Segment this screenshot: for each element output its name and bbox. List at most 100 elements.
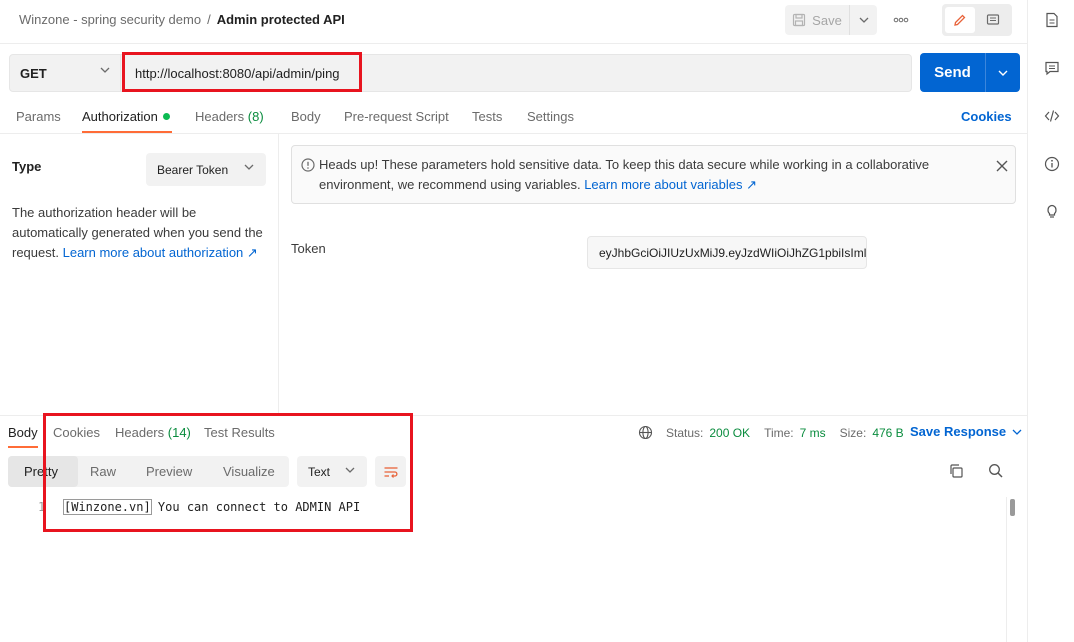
code-icon[interactable] (1044, 108, 1060, 124)
format-raw-button[interactable]: Raw (90, 464, 116, 479)
tab-headers[interactable]: Headers (8) (195, 109, 264, 124)
chevron-down-icon (1012, 429, 1022, 435)
view-mode-toggle (942, 4, 1012, 36)
status-value[interactable]: 200 OK (709, 426, 750, 440)
response-divider[interactable] (0, 415, 1027, 416)
auth-type-label: Type (12, 159, 42, 174)
tab-headers-label: Headers (195, 109, 245, 124)
token-value: eyJhbGciOiJIUzUxMiJ9.eyJzdWIiOiJhZG1pbiI… (599, 245, 867, 260)
sensitive-data-alert: Heads up! These parameters hold sensitiv… (291, 145, 1016, 204)
request-name[interactable]: Admin protected API (217, 12, 345, 27)
auth-type-panel: Type Bearer Token The authorization head… (0, 134, 279, 415)
breadcrumb-separator: / (207, 12, 211, 27)
learn-more-authorization-link[interactable]: Learn more about authorization ↗ (63, 245, 258, 260)
tab-tests[interactable]: Tests (472, 109, 502, 124)
method-select[interactable]: GET (9, 54, 121, 92)
auth-description: The authorization header will be automat… (12, 203, 268, 263)
response-scrollbar[interactable] (1006, 497, 1016, 642)
globe-icon[interactable] (638, 425, 653, 440)
wrap-lines-icon (384, 466, 398, 478)
response-tab-headers-count: (14) (167, 425, 191, 440)
response-body-suffix: You can connect to ADMIN API (150, 500, 361, 514)
token-input[interactable]: eyJhbGciOiJIUzUxMiJ9.eyJzdWIiOiJhZG1pbiI… (587, 236, 867, 269)
auth-type-select[interactable]: Bearer Token (146, 153, 266, 186)
status-label: Status: (666, 425, 704, 440)
info-circle-icon (301, 158, 315, 172)
token-label: Token (291, 241, 326, 256)
chevron-down-icon (345, 467, 355, 473)
edit-mode-button[interactable] (945, 7, 975, 33)
save-group: Save (785, 5, 877, 35)
tab-authorization[interactable]: Authorization (82, 109, 170, 124)
tab-prerequest-script[interactable]: Pre-request Script (344, 109, 449, 124)
response-format-group: Pretty Raw Preview Visualize (8, 456, 289, 487)
chevron-down-icon (100, 67, 110, 73)
method-label: GET (20, 65, 47, 81)
chevron-down-icon (859, 17, 868, 23)
line-number: 1 (38, 500, 46, 514)
alert-message: Heads up! These parameters hold sensitiv… (319, 155, 969, 195)
pencil-icon (954, 14, 966, 26)
learn-more-variables-link[interactable]: Learn more about variables ↗ (584, 177, 757, 192)
active-indicator-dot (162, 113, 170, 120)
auth-type-value: Bearer Token (157, 162, 229, 177)
response-tab-headers[interactable]: Headers (14) (115, 425, 191, 440)
lightbulb-icon[interactable] (1044, 203, 1060, 219)
content-type-select[interactable]: Text (297, 456, 367, 487)
format-preview-button[interactable]: Preview (146, 464, 192, 479)
format-pretty-button[interactable]: Pretty (24, 464, 58, 479)
response-body-prefix: [Winzone.vn] (63, 499, 152, 515)
format-visualize-button[interactable]: Visualize (223, 464, 275, 479)
request-tabs: Params Authorization Headers (8) Body Pr… (0, 100, 1027, 134)
save-response-button[interactable]: Save Response (910, 424, 1022, 439)
top-bar: Winzone - spring security demo / Admin p… (0, 0, 1028, 44)
response-active-underline (8, 446, 38, 448)
chevron-down-icon (244, 164, 254, 170)
response-meta: Status: 200 OK Time: 7 ms Size: 476 B (638, 425, 904, 440)
breadcrumb-collection[interactable]: Winzone - spring security demo (19, 12, 201, 27)
send-button-group: Send (920, 53, 1020, 92)
response-tab-cookies[interactable]: Cookies (53, 425, 100, 440)
comment-mode-button[interactable] (978, 7, 1008, 33)
save-label: Save (812, 12, 842, 28)
copy-icon[interactable] (948, 463, 964, 479)
tab-headers-count: (8) (247, 109, 264, 124)
more-options-button[interactable] (888, 10, 914, 30)
size-label: Size: (839, 425, 867, 440)
time-value[interactable]: 7 ms (800, 426, 826, 440)
response-tab-headers-label: Headers (115, 425, 165, 440)
save-button[interactable]: Save (785, 5, 850, 35)
close-icon[interactable] (996, 160, 1008, 172)
search-icon[interactable] (988, 463, 1004, 479)
send-dropdown-button[interactable] (986, 53, 1020, 92)
chevron-down-icon (998, 70, 1008, 76)
url-value: http://localhost:8080/api/admin/ping (135, 65, 340, 81)
tab-authorization-label: Authorization (82, 109, 158, 124)
active-tab-underline (82, 131, 172, 133)
size-value[interactable]: 476 B (872, 426, 903, 440)
response-tab-test-results[interactable]: Test Results (204, 425, 275, 440)
response-body-text[interactable]: [Winzone.vn] You can connect to ADMIN AP… (63, 499, 361, 515)
comment-icon (986, 14, 1000, 25)
response-body-line: 1 [Winzone.vn] You can connect to ADMIN … (0, 499, 1000, 517)
tab-settings[interactable]: Settings (527, 109, 574, 124)
tab-body[interactable]: Body (291, 109, 321, 124)
info-icon[interactable] (1044, 156, 1060, 172)
url-input[interactable]: http://localhost:8080/api/admin/ping (121, 54, 912, 92)
more-icon (893, 17, 909, 23)
tab-params[interactable]: Params (16, 109, 61, 124)
scrollbar-thumb[interactable] (1010, 499, 1015, 516)
cookies-link[interactable]: Cookies (961, 109, 1012, 124)
documentation-icon[interactable] (1044, 12, 1060, 28)
content-type-value: Text (308, 464, 331, 479)
wrap-lines-button[interactable] (375, 456, 406, 487)
comments-icon[interactable] (1044, 60, 1060, 76)
breadcrumb: Winzone - spring security demo / Admin p… (19, 12, 345, 27)
time-label: Time: (764, 425, 794, 440)
save-response-label: Save Response (910, 424, 1007, 439)
save-icon (793, 13, 806, 27)
response-tab-body[interactable]: Body (8, 425, 38, 440)
right-sidebar (1027, 0, 1074, 642)
save-dropdown-button[interactable] (850, 5, 877, 35)
send-button[interactable]: Send (920, 53, 986, 92)
